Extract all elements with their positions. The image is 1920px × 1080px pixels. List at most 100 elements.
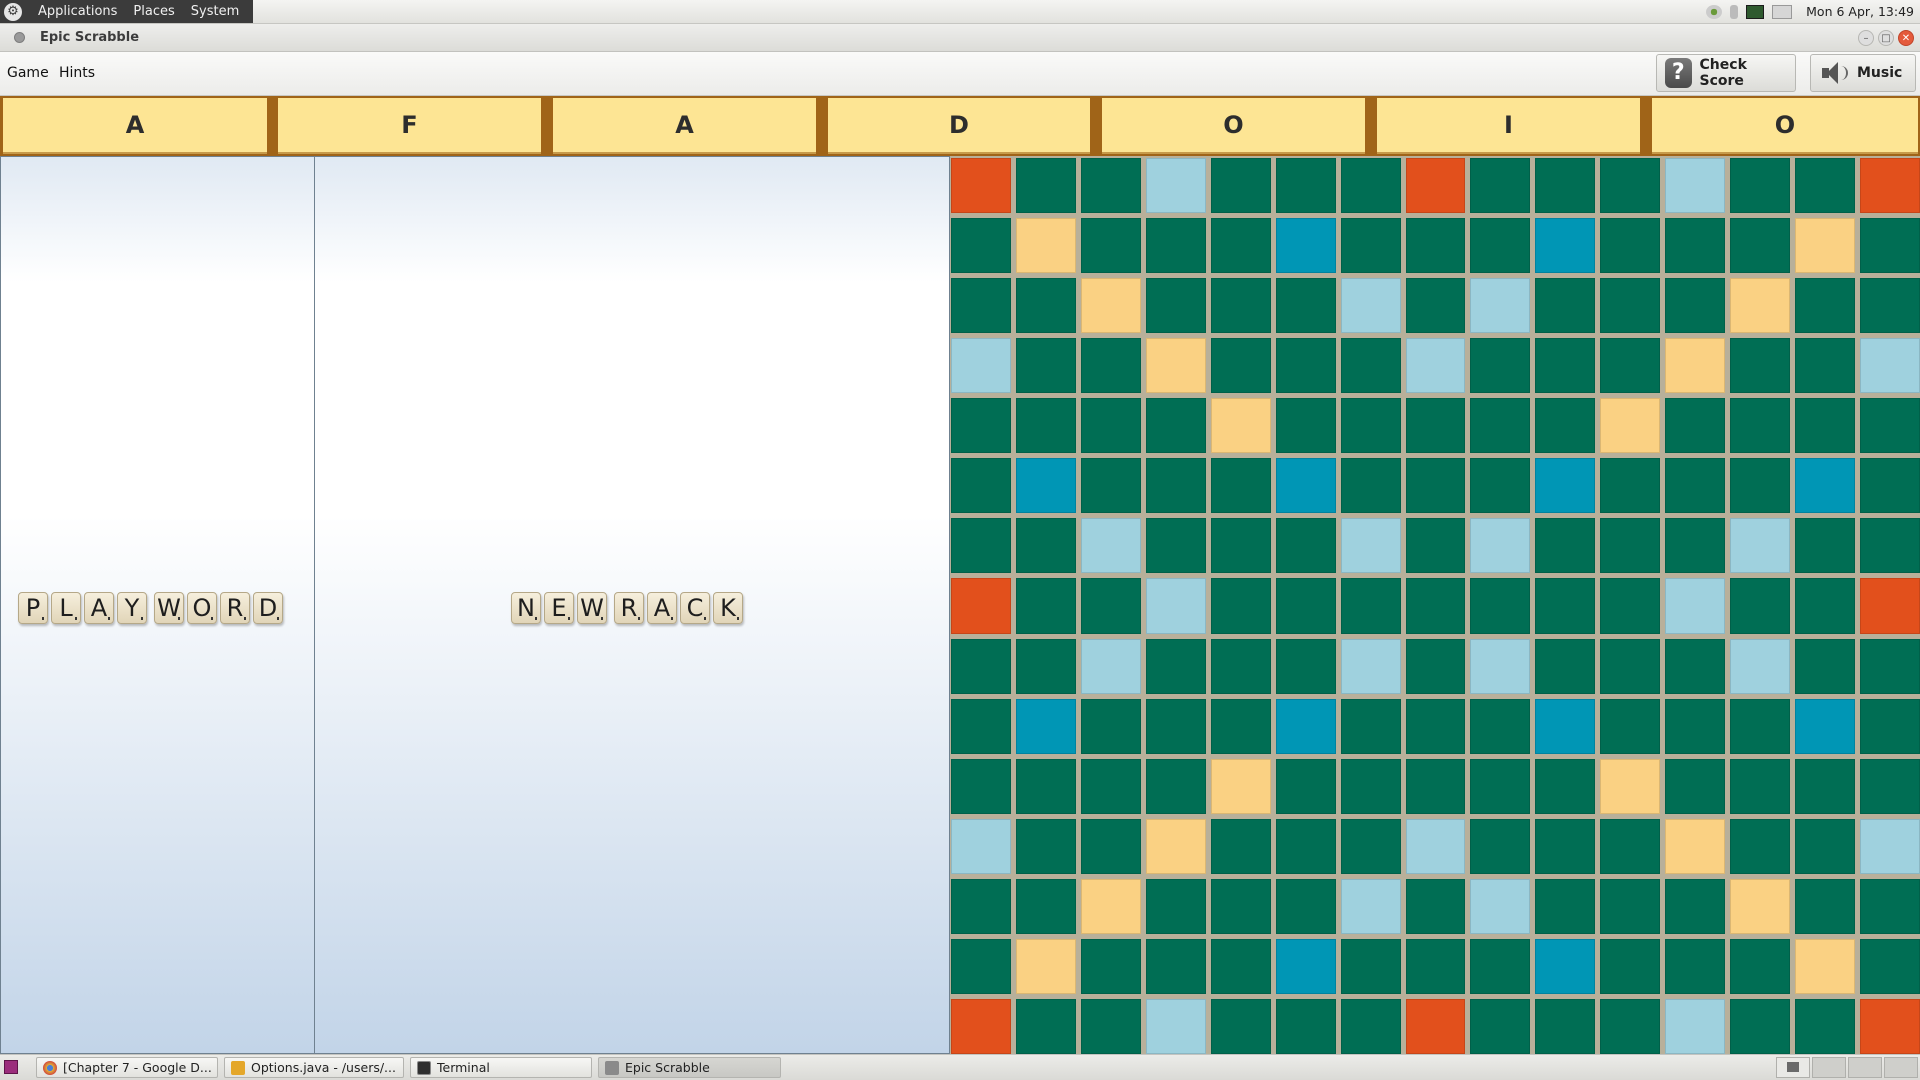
board-square-normal[interactable] bbox=[1405, 698, 1466, 754]
board-square-normal[interactable] bbox=[1535, 578, 1596, 634]
board-square-normal[interactable] bbox=[1145, 698, 1206, 754]
check-score-button[interactable]: ? Check Score bbox=[1656, 54, 1796, 92]
board-square-double-word[interactable] bbox=[1210, 398, 1271, 454]
board-square-normal[interactable] bbox=[1340, 218, 1401, 274]
board-square-double-letter[interactable] bbox=[1080, 518, 1141, 574]
board-square-triple-word[interactable] bbox=[1860, 578, 1920, 634]
board-square-double-word[interactable] bbox=[1730, 278, 1791, 334]
board-square-triple-letter[interactable] bbox=[1015, 698, 1076, 754]
board-square-normal[interactable] bbox=[1730, 398, 1791, 454]
board-square-normal[interactable] bbox=[1730, 578, 1791, 634]
board-square-normal[interactable] bbox=[1860, 878, 1920, 934]
board-square-normal[interactable] bbox=[1730, 338, 1791, 394]
board-square-triple-letter[interactable] bbox=[1535, 698, 1596, 754]
board-square-double-word[interactable] bbox=[1145, 818, 1206, 874]
board-square-normal[interactable] bbox=[1015, 158, 1076, 214]
board-square-normal[interactable] bbox=[1535, 398, 1596, 454]
board-square-normal[interactable] bbox=[1015, 338, 1076, 394]
board-square-normal[interactable] bbox=[1795, 818, 1856, 874]
board-square-double-word[interactable] bbox=[1080, 878, 1141, 934]
board-square-triple-word[interactable] bbox=[951, 158, 1011, 214]
board-square-normal[interactable] bbox=[1470, 758, 1531, 814]
board-square-normal[interactable] bbox=[1145, 218, 1206, 274]
board-square-normal[interactable] bbox=[951, 698, 1011, 754]
board-square-normal[interactable] bbox=[1535, 638, 1596, 694]
board-square-double-letter[interactable] bbox=[1730, 638, 1791, 694]
board-square-triple-letter[interactable] bbox=[1795, 698, 1856, 754]
taskbar-item[interactable]: Terminal bbox=[410, 1057, 592, 1078]
menu-system[interactable]: System bbox=[183, 4, 247, 19]
board-square-normal[interactable] bbox=[1730, 758, 1791, 814]
board-square-normal[interactable] bbox=[1600, 518, 1661, 574]
board-square-normal[interactable] bbox=[1600, 938, 1661, 994]
board-square-normal[interactable] bbox=[1210, 878, 1271, 934]
board-square-normal[interactable] bbox=[1665, 278, 1726, 334]
board-square-triple-letter[interactable] bbox=[1275, 458, 1336, 514]
board-square-normal[interactable] bbox=[1210, 938, 1271, 994]
board-square-normal[interactable] bbox=[1210, 818, 1271, 874]
board-square-double-word[interactable] bbox=[1600, 758, 1661, 814]
taskbar-item[interactable]: Epic Scrabble bbox=[598, 1057, 781, 1078]
board-square-normal[interactable] bbox=[1210, 278, 1271, 334]
board-square-normal[interactable] bbox=[1470, 698, 1531, 754]
board-square-triple-letter[interactable] bbox=[1275, 218, 1336, 274]
board-square-normal[interactable] bbox=[951, 398, 1011, 454]
board-square-normal[interactable] bbox=[1860, 278, 1920, 334]
board-square-normal[interactable] bbox=[1470, 998, 1531, 1054]
board-square-triple-word[interactable] bbox=[1860, 998, 1920, 1054]
board-square-double-word[interactable] bbox=[1665, 818, 1726, 874]
close-button[interactable]: ✕ bbox=[1898, 30, 1914, 46]
board-square-normal[interactable] bbox=[1470, 338, 1531, 394]
board-square-normal[interactable] bbox=[1860, 458, 1920, 514]
board-square-normal[interactable] bbox=[1340, 398, 1401, 454]
board-square-normal[interactable] bbox=[951, 938, 1011, 994]
board-square-normal[interactable] bbox=[1730, 818, 1791, 874]
board-square-triple-letter[interactable] bbox=[1015, 458, 1076, 514]
board-square-normal[interactable] bbox=[1470, 458, 1531, 514]
board-square-normal[interactable] bbox=[1665, 398, 1726, 454]
board-square-double-letter[interactable] bbox=[951, 338, 1011, 394]
new-rack-panel[interactable]: N E W R A C K bbox=[314, 156, 950, 1054]
board-square-normal[interactable] bbox=[1340, 698, 1401, 754]
board-square-normal[interactable] bbox=[1275, 998, 1336, 1054]
board-square-normal[interactable] bbox=[951, 638, 1011, 694]
board-square-normal[interactable] bbox=[1730, 158, 1791, 214]
board-square-double-letter[interactable] bbox=[1145, 158, 1206, 214]
minimize-button[interactable]: – bbox=[1858, 30, 1874, 46]
board-square-normal[interactable] bbox=[1470, 938, 1531, 994]
board-square-normal[interactable] bbox=[1600, 638, 1661, 694]
board-square-normal[interactable] bbox=[1470, 218, 1531, 274]
board-square-normal[interactable] bbox=[1080, 818, 1141, 874]
board-square-double-word[interactable] bbox=[1210, 758, 1271, 814]
board-square-double-letter[interactable] bbox=[1470, 878, 1531, 934]
window-menu-icon[interactable] bbox=[14, 32, 25, 43]
board-square-normal[interactable] bbox=[1860, 638, 1920, 694]
board-square-normal[interactable] bbox=[1665, 518, 1726, 574]
taskbar-item[interactable]: [Chapter 7 - Google D... bbox=[36, 1057, 218, 1078]
workspace-switcher-1[interactable] bbox=[1776, 1057, 1810, 1078]
rack-tile[interactable]: O bbox=[1652, 98, 1918, 154]
board-square-double-word[interactable] bbox=[1665, 338, 1726, 394]
board-square-normal[interactable] bbox=[1795, 518, 1856, 574]
board-square-normal[interactable] bbox=[1730, 218, 1791, 274]
board-square-normal[interactable] bbox=[1665, 698, 1726, 754]
board-square-normal[interactable] bbox=[1535, 818, 1596, 874]
board-square-double-letter[interactable] bbox=[1340, 518, 1401, 574]
music-button[interactable]: Music bbox=[1810, 54, 1916, 92]
board-square-normal[interactable] bbox=[1145, 758, 1206, 814]
board-square-triple-letter[interactable] bbox=[1535, 938, 1596, 994]
ubuntu-logo-icon[interactable]: ⚙ bbox=[4, 2, 22, 21]
board-square-double-letter[interactable] bbox=[1665, 578, 1726, 634]
rack-tile[interactable]: A bbox=[3, 98, 267, 154]
board-square-normal[interactable] bbox=[1535, 878, 1596, 934]
board-square-normal[interactable] bbox=[951, 518, 1011, 574]
board-square-normal[interactable] bbox=[1665, 638, 1726, 694]
board-square-normal[interactable] bbox=[1080, 458, 1141, 514]
board-square-normal[interactable] bbox=[1600, 338, 1661, 394]
board-square-normal[interactable] bbox=[1015, 758, 1076, 814]
board-square-normal[interactable] bbox=[1015, 578, 1076, 634]
board-square-normal[interactable] bbox=[1210, 698, 1271, 754]
board-square-double-letter[interactable] bbox=[1470, 518, 1531, 574]
workspace-switcher-2[interactable] bbox=[1812, 1057, 1846, 1078]
workspace-switcher-4[interactable] bbox=[1884, 1057, 1918, 1078]
